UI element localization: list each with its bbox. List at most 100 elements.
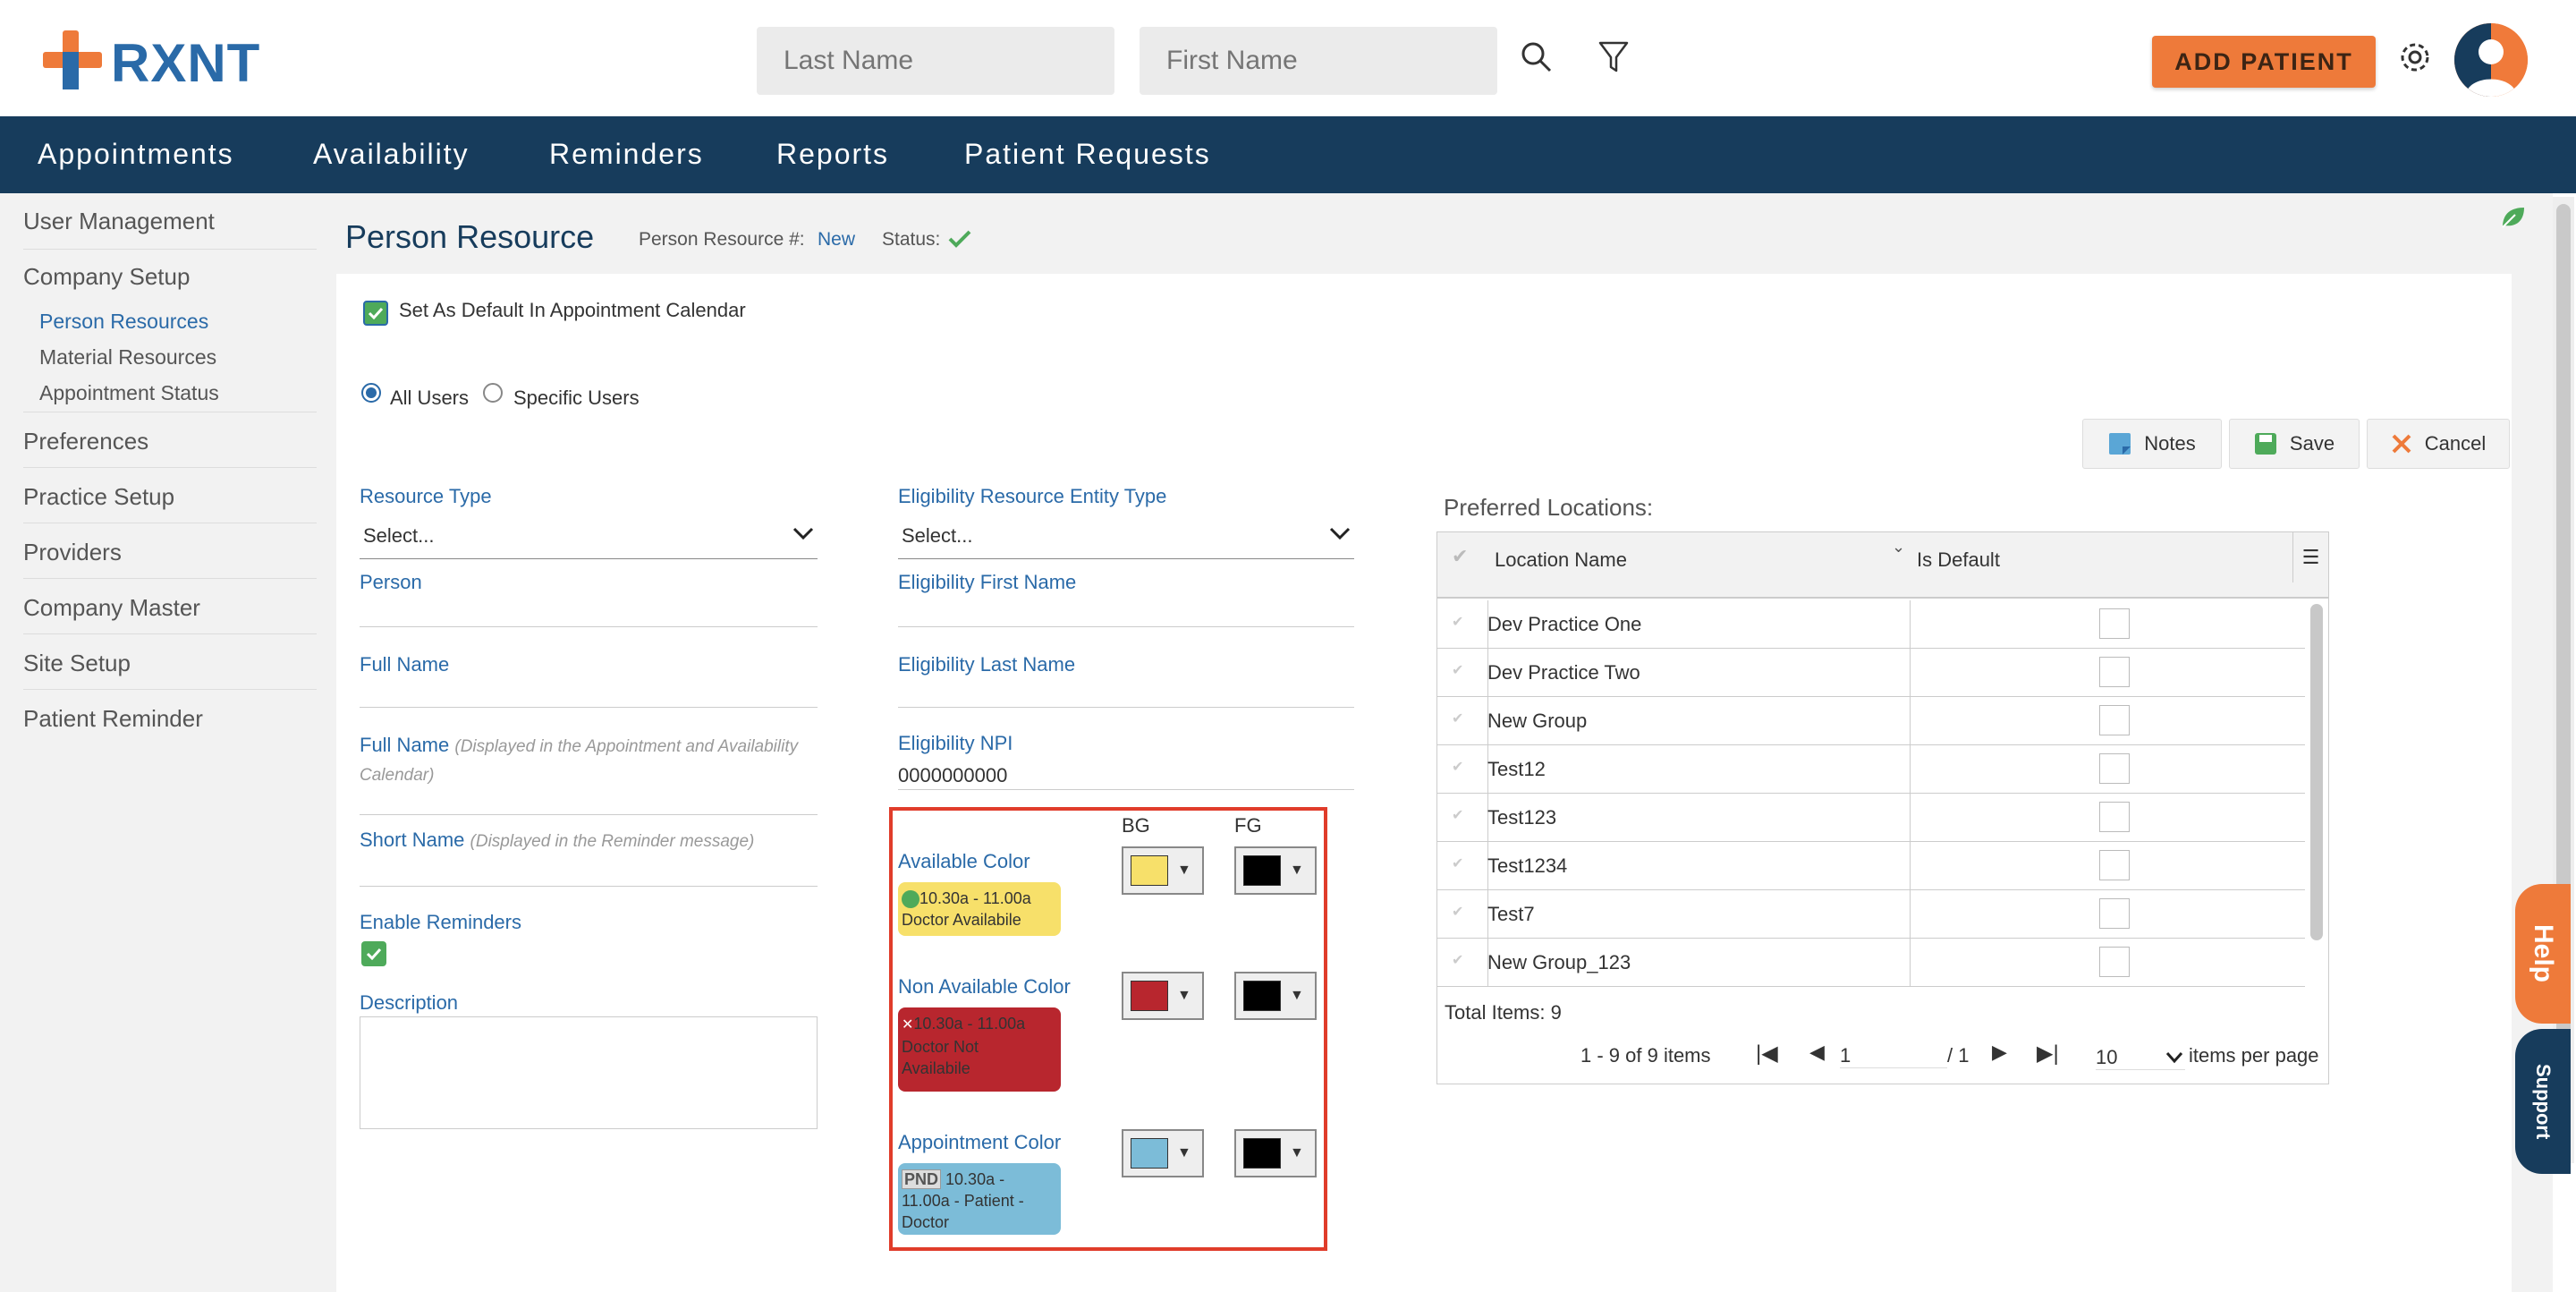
description-textarea[interactable] <box>360 1016 818 1129</box>
support-label: Support <box>2532 1063 2555 1140</box>
save-label: Save <box>2289 432 2335 455</box>
sidebar-item-providers[interactable]: Providers <box>23 539 122 566</box>
notes-button[interactable]: Notes <box>2082 419 2222 469</box>
nav-availability[interactable]: Availability <box>313 138 470 171</box>
sidebar-item-company-setup[interactable]: Company Setup <box>23 263 190 291</box>
table-row[interactable]: ✔ Dev Practice One <box>1437 600 2305 649</box>
prev-page-icon[interactable]: ◀ <box>1809 1041 1825 1064</box>
sidebar-item-practice-setup[interactable]: Practice Setup <box>23 483 174 511</box>
chevron-down-icon[interactable] <box>1329 526 1351 540</box>
dropdown-arrow-icon: ▼ <box>1177 988 1191 1003</box>
save-button[interactable]: Save <box>2229 419 2360 469</box>
is-default-checkbox[interactable] <box>2099 705 2130 735</box>
location-name: Test123 <box>1487 806 1557 829</box>
last-name-search-input[interactable] <box>757 27 1114 95</box>
row-check-icon[interactable]: ✔ <box>1452 903 1463 921</box>
leaf-icon[interactable] <box>2499 204 2526 231</box>
first-page-icon[interactable]: |◀ <box>1756 1041 1778 1067</box>
col-is-default[interactable]: Is Default <box>1917 548 2000 572</box>
gear-icon[interactable] <box>2388 30 2442 84</box>
row-check-icon[interactable]: ✔ <box>1452 661 1463 679</box>
add-patient-button[interactable]: ADD PATIENT <box>2152 36 2376 88</box>
nav-reminders[interactable]: Reminders <box>549 138 704 171</box>
is-default-checkbox[interactable] <box>2099 802 2130 832</box>
calendar-full-name-label: Full Name (Displayed in the Appointment … <box>360 732 843 789</box>
sidebar-item-user-management[interactable]: User Management <box>23 208 215 235</box>
default-calendar-checkbox[interactable] <box>363 301 388 326</box>
all-users-radio[interactable] <box>361 383 381 403</box>
locations-grid: ✔ Location Name ⌄ Is Default ☰ ✔ Dev Prac… <box>1436 531 2329 1084</box>
table-row[interactable]: ✔ New Group_123 <box>1437 939 2305 987</box>
table-row[interactable]: ✔ New Group <box>1437 697 2305 745</box>
nav-appointments[interactable]: Appointments <box>38 138 234 171</box>
calendar-full-name-field[interactable] <box>360 814 818 815</box>
table-row[interactable]: ✔ Test12 <box>1437 745 2305 794</box>
next-page-icon[interactable]: ▶ <box>1992 1041 2007 1064</box>
sort-chevron-icon[interactable]: ⌄ <box>1892 538 1905 557</box>
col-location-name[interactable]: Location Name <box>1495 548 1627 572</box>
row-check-icon[interactable]: ✔ <box>1452 613 1463 631</box>
search-icon[interactable] <box>1510 30 1563 84</box>
is-default-checkbox[interactable] <box>2099 753 2130 784</box>
row-check-icon[interactable]: ✔ <box>1452 854 1463 872</box>
is-default-checkbox[interactable] <box>2099 898 2130 929</box>
row-check-icon[interactable]: ✔ <box>1452 951 1463 969</box>
enable-reminders-checkbox[interactable] <box>361 941 386 966</box>
help-tab[interactable]: Help <box>2515 884 2571 1024</box>
location-name: Dev Practice One <box>1487 613 1642 635</box>
location-name: Test12 <box>1487 758 1546 780</box>
available-bg-picker[interactable]: ▼ <box>1122 846 1204 895</box>
available-fg-picker[interactable]: ▼ <box>1234 846 1317 895</box>
table-row[interactable]: ✔ Test1234 <box>1437 842 2305 890</box>
appointment-fg-picker[interactable]: ▼ <box>1234 1129 1317 1177</box>
avatar[interactable] <box>2454 23 2528 97</box>
filter-icon[interactable] <box>1587 30 1640 84</box>
sidebar-item-company-master[interactable]: Company Master <box>23 594 200 622</box>
is-default-checkbox[interactable] <box>2099 608 2130 639</box>
sidebar: User Management Company Setup Person Res… <box>0 193 317 1292</box>
chevron-down-icon[interactable] <box>792 526 814 540</box>
table-row[interactable]: ✔ Test7 <box>1437 890 2305 939</box>
resource-type-select[interactable]: Select... <box>363 524 434 548</box>
row-check-icon[interactable]: ✔ <box>1452 806 1463 824</box>
is-default-checkbox[interactable] <box>2099 657 2130 687</box>
chevron-down-icon[interactable] <box>2165 1051 2183 1064</box>
non-available-bg-picker[interactable]: ▼ <box>1122 972 1204 1020</box>
person-label: Person <box>360 571 422 593</box>
sidebar-item-site-setup[interactable]: Site Setup <box>23 650 131 677</box>
row-check-icon[interactable]: ✔ <box>1452 710 1463 727</box>
available-color-label: Available Color <box>898 850 1030 872</box>
is-default-checkbox[interactable] <box>2099 947 2130 977</box>
last-page-icon[interactable]: ▶| <box>2037 1041 2059 1067</box>
elig-npi-field[interactable]: 0000000000 <box>898 764 1007 787</box>
nav-patient-requests[interactable]: Patient Requests <box>964 138 1211 171</box>
page-input[interactable]: 1 <box>1840 1044 1947 1068</box>
sidebar-item-person-resources[interactable]: Person Resources <box>39 310 208 334</box>
elig-entity-select[interactable]: Select... <box>902 524 972 548</box>
table-row[interactable]: ✔ Dev Practice Two <box>1437 649 2305 697</box>
elig-first-name-field[interactable] <box>898 626 1354 627</box>
sidebar-item-appointment-status[interactable]: Appointment Status <box>39 381 219 405</box>
appointment-bg-picker[interactable]: ▼ <box>1122 1129 1204 1177</box>
non-available-fg-picker[interactable]: ▼ <box>1234 972 1317 1020</box>
elig-last-name-label: Eligibility Last Name <box>898 653 1076 676</box>
row-check-icon[interactable]: ✔ <box>1452 758 1463 776</box>
elig-last-name-field[interactable] <box>898 707 1354 708</box>
sidebar-item-preferences[interactable]: Preferences <box>23 428 148 455</box>
support-tab[interactable]: Support <box>2515 1029 2571 1174</box>
table-row[interactable]: ✔ Test123 <box>1437 794 2305 842</box>
specific-users-radio[interactable] <box>483 383 503 403</box>
grid-scrollbar[interactable] <box>2310 604 2323 940</box>
cancel-button[interactable]: Cancel <box>2367 419 2510 469</box>
select-all-check-icon[interactable]: ✔ <box>1452 545 1468 568</box>
sidebar-item-material-resources[interactable]: Material Resources <box>39 345 216 370</box>
short-name-field[interactable] <box>360 886 818 887</box>
first-name-search-input[interactable] <box>1140 27 1497 95</box>
is-default-checkbox[interactable] <box>2099 850 2130 880</box>
person-field[interactable] <box>360 626 818 627</box>
full-name-field[interactable] <box>360 707 818 708</box>
column-menu-icon[interactable]: ☰ <box>2292 532 2328 582</box>
nav-reports[interactable]: Reports <box>776 138 889 171</box>
non-available-sample-text-2: Availabile <box>902 1059 970 1077</box>
sidebar-item-patient-reminder[interactable]: Patient Reminder <box>23 705 203 733</box>
